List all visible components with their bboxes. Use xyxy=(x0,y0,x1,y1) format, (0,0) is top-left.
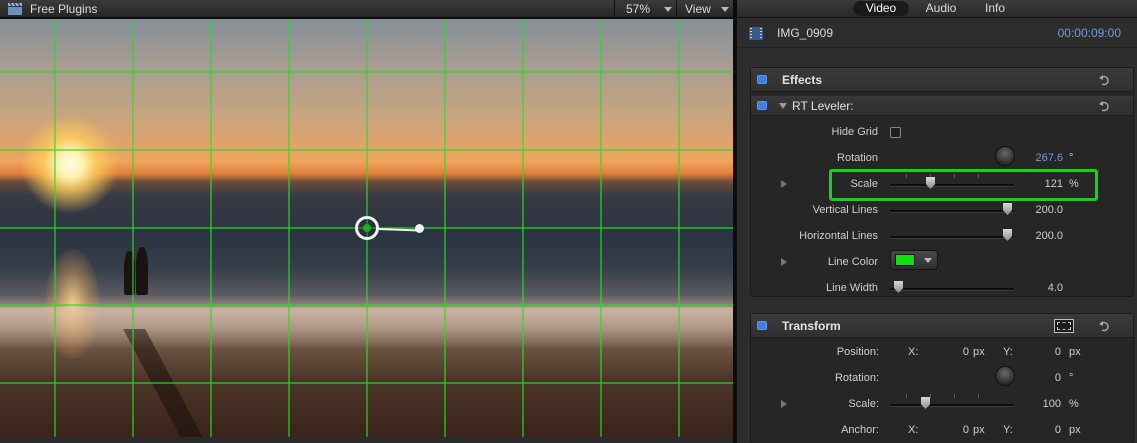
reset-icon[interactable] xyxy=(1098,74,1110,86)
slider-tick xyxy=(906,394,907,398)
effects-enable-checkbox[interactable] xyxy=(757,75,767,84)
position-label: Position: xyxy=(836,346,879,358)
slider-tick xyxy=(954,174,955,178)
anchor-x-label: X: xyxy=(908,424,919,436)
transform-rotation-label: Rotation: xyxy=(834,372,879,384)
rotation-unit: ° xyxy=(1069,152,1074,164)
transform-enable-checkbox[interactable] xyxy=(757,321,767,330)
anchor-label: Anchor: xyxy=(841,424,879,436)
transform-onscreen-icon[interactable] xyxy=(1054,319,1074,333)
anchor-x-unit: px xyxy=(973,424,985,436)
chevron-down-icon xyxy=(924,258,932,263)
toolbar-divider xyxy=(614,0,615,18)
zoom-level[interactable]: 57% xyxy=(626,2,650,16)
horizontal-lines-slider-thumb[interactable] xyxy=(1003,229,1012,241)
transform-section: Transform Position: X: 0 px Y: 0 px Rota… xyxy=(750,313,1134,443)
horizontal-lines-slider-track[interactable] xyxy=(890,236,1014,239)
transform-scale-unit: % xyxy=(1069,398,1079,410)
transform-scale-slider-track[interactable] xyxy=(890,404,1014,407)
line-color-picker[interactable] xyxy=(890,250,938,270)
position-x-unit: px xyxy=(973,346,985,358)
vertical-lines-label: Vertical Lines xyxy=(812,204,878,216)
rotation-dial[interactable] xyxy=(995,146,1015,166)
effects-title: Effects xyxy=(782,73,823,87)
scale-unit: % xyxy=(1069,178,1079,190)
anchor-y-value[interactable]: 0 xyxy=(1043,424,1061,436)
inspector-tabs: Video Audio Info xyxy=(737,0,1137,18)
line-width-value[interactable]: 4.0 xyxy=(1021,282,1063,294)
slider-tick xyxy=(978,174,979,178)
transform-title: Transform xyxy=(782,319,841,333)
position-x-label: X: xyxy=(908,346,919,358)
vertical-lines-slider-track[interactable] xyxy=(890,210,1014,213)
transform-rotation-unit: ° xyxy=(1069,372,1074,384)
line-width-slider-track[interactable] xyxy=(890,288,1014,291)
zoom-chevron-down-icon[interactable] xyxy=(664,7,672,12)
center-dot xyxy=(363,224,371,232)
view-menu[interactable]: View xyxy=(685,2,711,16)
viewer: Free Plugins 57% View xyxy=(0,0,733,443)
scale-label: Scale xyxy=(850,178,878,190)
hide-grid-label: Hide Grid xyxy=(831,126,878,138)
color-swatch xyxy=(895,254,915,266)
anchor-x-value[interactable]: 0 xyxy=(951,424,969,436)
position-y-unit: px xyxy=(1069,346,1081,358)
tab-audio[interactable]: Audio xyxy=(917,1,965,16)
rotation-label: Rotation xyxy=(837,152,878,164)
rotation-value[interactable]: 267.6 xyxy=(1021,152,1063,164)
hide-grid-checkbox[interactable] xyxy=(890,127,901,138)
reset-icon[interactable] xyxy=(1098,100,1110,112)
toolbar-divider xyxy=(676,0,677,18)
position-x-value[interactable]: 0 xyxy=(951,346,969,358)
position-y-value[interactable]: 0 xyxy=(1043,346,1061,358)
clapperboard-icon xyxy=(8,3,22,15)
horizontal-lines-label: Horizontal Lines xyxy=(799,230,878,242)
scale-slider-track[interactable] xyxy=(890,184,1014,187)
disclosure-down-icon[interactable] xyxy=(779,103,787,109)
horizontal-lines-value[interactable]: 200.0 xyxy=(1021,230,1063,242)
slider-tick xyxy=(906,174,907,178)
slider-tick xyxy=(954,394,955,398)
effects-header: Effects xyxy=(751,68,1133,92)
transform-header: Transform xyxy=(751,314,1133,338)
scale-value[interactable]: 121 xyxy=(1021,178,1063,190)
transform-scale-value[interactable]: 100 xyxy=(1037,398,1061,410)
inspector: Video Audio Info IMG_0909 00:00:09:00 Ef… xyxy=(737,0,1137,443)
transform-rotation-value[interactable]: 0 xyxy=(1043,372,1061,384)
viewer-footer xyxy=(0,437,733,443)
film-icon xyxy=(749,27,763,40)
transform-scale-label: Scale: xyxy=(848,398,879,410)
rt-leveler-title: RT Leveler: xyxy=(792,99,854,113)
clip-name: IMG_0909 xyxy=(777,26,834,40)
onscreen-rotation-handle[interactable] xyxy=(415,224,424,233)
clip-header: IMG_0909 00:00:09:00 xyxy=(737,19,1137,48)
transform-rotation-dial[interactable] xyxy=(995,366,1015,386)
tab-info[interactable]: Info xyxy=(977,1,1013,16)
anchor-y-label: Y: xyxy=(1003,424,1013,436)
line-color-label: Line Color xyxy=(827,256,878,268)
slider-tick xyxy=(930,394,931,398)
vertical-lines-value[interactable]: 200.0 xyxy=(1021,204,1063,216)
tab-video[interactable]: Video xyxy=(853,1,909,16)
slider-tick xyxy=(978,394,979,398)
reset-icon[interactable] xyxy=(1098,320,1110,332)
vertical-lines-slider-thumb[interactable] xyxy=(1003,203,1012,215)
anchor-y-unit: px xyxy=(1069,424,1081,436)
viewer-toolbar: Free Plugins 57% View xyxy=(0,0,733,18)
line-width-label: Line Width xyxy=(826,282,878,294)
rt-leveler-enable-checkbox[interactable] xyxy=(757,101,767,110)
transform-scale-slider-thumb[interactable] xyxy=(921,397,930,409)
onscreen-center-control[interactable] xyxy=(355,216,379,240)
view-chevron-down-icon[interactable] xyxy=(721,7,729,12)
line-width-slider-thumb[interactable] xyxy=(894,281,903,293)
effects-section: Effects RT Leveler: Hide Grid Rotation 2… xyxy=(750,67,1134,297)
rt-leveler-header: RT Leveler: xyxy=(751,96,1133,116)
viewer-title: Free Plugins xyxy=(30,2,98,16)
clip-timecode: 00:00:09:00 xyxy=(1057,26,1121,40)
position-y-label: Y: xyxy=(1003,346,1013,358)
